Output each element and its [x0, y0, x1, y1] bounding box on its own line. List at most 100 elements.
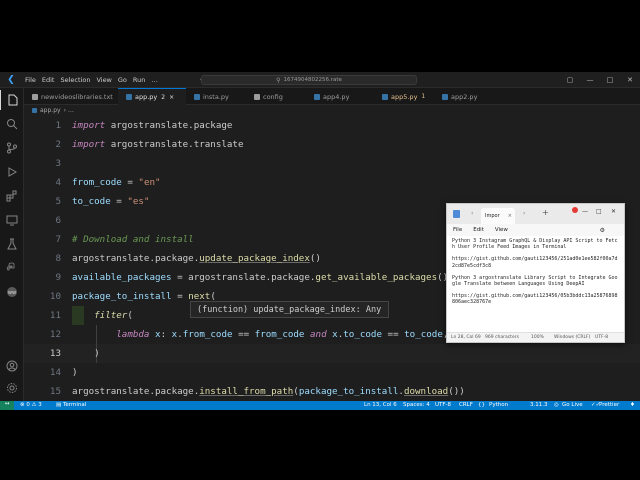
tab-label: app5.py	[391, 92, 418, 101]
notepad-menu-view[interactable]: View	[495, 227, 508, 233]
layout-icon[interactable]: ▢	[560, 76, 580, 84]
menu-view[interactable]: View	[93, 76, 114, 84]
settings-file-icon	[254, 93, 260, 100]
tab-app5-py[interactable]: app5.py 1	[374, 88, 434, 105]
scroll-left-icon[interactable]: ‹	[471, 210, 473, 217]
python-interpreter[interactable]: 3.11.3	[530, 402, 548, 408]
tab-close-icon[interactable]: ×	[508, 213, 512, 219]
explorer-icon[interactable]	[0, 90, 24, 110]
code-text: filter(	[94, 310, 133, 321]
notepad-menu-file[interactable]: File	[453, 227, 462, 233]
maximize-icon[interactable]: □	[600, 76, 620, 84]
notepad-menu-bar: File Edit View ⚙	[447, 224, 624, 236]
file-encoding[interactable]: UTF-8	[435, 402, 451, 408]
maximize-icon[interactable]: □	[596, 208, 602, 215]
hover-tooltip: (function) update_package_index: Any	[190, 301, 389, 318]
tab-label: app2.py	[451, 92, 478, 101]
go-live-icon[interactable]: ◎	[554, 402, 559, 408]
minimize-icon[interactable]: —	[582, 208, 588, 215]
problems-indicator[interactable]: ⊗ 0 ⚠ 3	[20, 402, 42, 408]
line-number: 3	[55, 158, 61, 169]
svg-text:ww: ww	[8, 290, 16, 296]
tab-app2-py[interactable]: app2.py	[434, 88, 504, 105]
line-number: 12	[49, 329, 61, 340]
remote-explorer-icon[interactable]	[0, 210, 24, 230]
code-line[interactable]: 15 argostranslate.package.install_from_p…	[24, 382, 640, 401]
prettier-button[interactable]: Prettier	[599, 402, 619, 408]
python-file-icon	[194, 93, 200, 100]
source-control-icon[interactable]	[0, 138, 24, 158]
tab-label: insta.py	[203, 92, 229, 101]
breadcrumb-rest[interactable]: › …	[64, 107, 74, 114]
command-center-search[interactable]: ⚲ 1674904802256.rate	[201, 75, 417, 85]
line-number: 10	[49, 291, 61, 302]
notepad-zoom: 100%	[531, 335, 544, 340]
manage-gear-icon[interactable]	[0, 378, 24, 398]
breadcrumb[interactable]: app.py › …	[24, 105, 640, 116]
language-mode[interactable]: Python	[489, 402, 508, 408]
notifications-bell-icon[interactable]: ♦	[630, 402, 635, 408]
text-file-icon	[32, 93, 38, 100]
notepad-app-icon	[453, 210, 460, 218]
account-icon[interactable]	[0, 356, 24, 376]
notepad-text-area[interactable]: Python 3 Instagram GraphQL & Display API…	[447, 236, 624, 332]
code-text: )	[72, 367, 78, 378]
close-icon[interactable]: ✕	[611, 208, 616, 215]
run-debug-icon[interactable]	[0, 162, 24, 182]
menu-file[interactable]: File	[22, 76, 39, 84]
settings-gear-icon[interactable]: ⚙	[600, 227, 605, 234]
record-indicator-icon	[572, 207, 578, 213]
terminal-icon[interactable]: ▤	[56, 402, 61, 408]
notepad-tab[interactable]: Impor ×	[481, 208, 515, 224]
code-line[interactable]: 4 from_code = "en"	[24, 173, 640, 192]
notepad-menu-edit[interactable]: Edit	[473, 227, 484, 233]
tab-app-py[interactable]: app.py 2 ×	[118, 88, 186, 105]
terminal-button[interactable]: Terminal	[63, 402, 86, 408]
menu-more[interactable]: …	[148, 76, 161, 84]
indentation[interactable]: Spaces: 4	[403, 402, 430, 408]
code-text: )	[72, 348, 100, 359]
code-line[interactable]: 3	[24, 154, 640, 173]
code-text: # Download and install	[72, 234, 194, 245]
tab-config[interactable]: config	[246, 88, 306, 105]
code-text: from_code = "en"	[72, 177, 161, 188]
tab-app4-py[interactable]: app4.py	[306, 88, 374, 105]
go-live-button[interactable]: Go Live	[562, 402, 583, 408]
tab-newvideoslibraries[interactable]: newvideoslibraries.txt	[24, 88, 118, 105]
scroll-right-icon[interactable]: ›	[523, 210, 525, 217]
search-icon: ⚲	[276, 76, 281, 84]
menu-selection[interactable]: Selection	[57, 76, 93, 84]
remote-badge-icon[interactable]: ww	[0, 282, 24, 302]
close-icon[interactable]: ✕	[620, 76, 640, 84]
code-line-current[interactable]: 13 )	[24, 344, 640, 363]
python-icon[interactable]	[0, 258, 24, 278]
code-line[interactable]: 2 import argostranslate.translate	[24, 135, 640, 154]
menu-go[interactable]: Go	[115, 76, 130, 84]
notepad-encoding: UTF-8	[595, 335, 609, 340]
menu-edit[interactable]: Edit	[39, 76, 58, 84]
notepad-title-bar[interactable]: ‹ Impor × › + — □ ✕	[447, 204, 624, 224]
tab-insta-py[interactable]: insta.py	[186, 88, 246, 105]
line-number: 5	[55, 196, 61, 207]
code-line[interactable]: 1 import argostranslate.package	[24, 116, 640, 135]
notepad-window[interactable]: ‹ Impor × › + — □ ✕ File Edit View ⚙ Pyt…	[446, 203, 625, 343]
line-number: 2	[55, 139, 61, 150]
remote-indicator-icon[interactable]: ↔	[0, 401, 14, 410]
braces-icon[interactable]: {}	[478, 402, 485, 408]
search-icon[interactable]	[0, 114, 24, 134]
minimize-icon[interactable]: —	[580, 76, 600, 84]
line-number: 13	[49, 348, 61, 359]
new-tab-icon[interactable]: +	[542, 208, 549, 217]
tab-problem-count: 2	[161, 93, 166, 101]
tab-close-icon[interactable]: ×	[169, 94, 174, 101]
line-number: 7	[55, 234, 61, 245]
extensions-icon[interactable]	[0, 186, 24, 206]
python-file-icon	[32, 108, 37, 113]
testing-icon[interactable]	[0, 234, 24, 254]
menu-run[interactable]: Run	[130, 76, 148, 84]
code-text: argostranslate.package.update_package_in…	[72, 253, 321, 264]
breadcrumb-file[interactable]: app.py	[40, 107, 61, 114]
code-line[interactable]: 14 )	[24, 363, 640, 382]
line-ending[interactable]: CRLF	[459, 402, 473, 408]
cursor-position[interactable]: Ln 13, Col 6	[364, 402, 397, 408]
